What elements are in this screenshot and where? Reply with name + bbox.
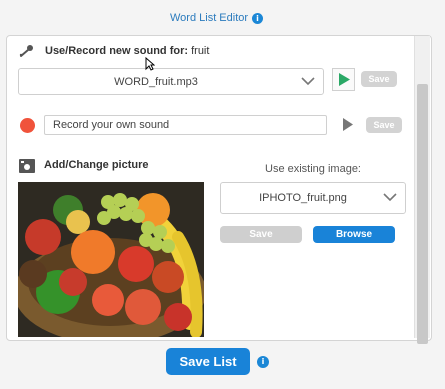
record-save-button[interactable]: Save (366, 117, 402, 133)
info-icon[interactable]: i (252, 13, 263, 24)
picture-icon (19, 159, 35, 173)
fruit-picture (18, 182, 204, 337)
picture-save-button[interactable]: Save (220, 226, 302, 243)
editor-title: Word List Editor (170, 12, 249, 24)
play-icon (343, 118, 353, 131)
record-play-button[interactable] (338, 115, 357, 134)
play-button[interactable] (332, 68, 355, 91)
mouse-cursor-icon (145, 57, 155, 71)
scrollbar[interactable] (414, 36, 430, 344)
picture-section-label: Add/Change picture (44, 159, 149, 171)
sound-word: fruit (191, 45, 210, 57)
sound-label-text: Use/Record new sound for: (45, 45, 189, 57)
sound-file-dropdown[interactable]: WORD_fruit.mp3 (18, 68, 324, 95)
sound-file-value: WORD_fruit.mp3 (114, 75, 198, 88)
record-icon[interactable] (20, 118, 35, 133)
sound-section-label: Use/Record new sound for: fruit (45, 45, 209, 57)
image-file-dropdown[interactable]: IPHOTO_fruit.png (220, 182, 406, 214)
scrollbar-thumb[interactable] (417, 84, 428, 344)
chevron-down-icon (301, 76, 315, 85)
microphone-icon (19, 45, 33, 57)
existing-image-label: Use existing image: (265, 163, 361, 175)
image-file-value: IPHOTO_fruit.png (259, 192, 347, 204)
record-sound-field[interactable]: Record your own sound (44, 115, 327, 135)
chevron-down-icon (383, 193, 397, 202)
sound-save-button[interactable]: Save (361, 71, 397, 87)
info-icon[interactable]: i (257, 356, 269, 368)
play-icon (338, 73, 350, 86)
save-list-button[interactable]: Save List (166, 348, 250, 375)
browse-button[interactable]: Browse (313, 226, 395, 243)
